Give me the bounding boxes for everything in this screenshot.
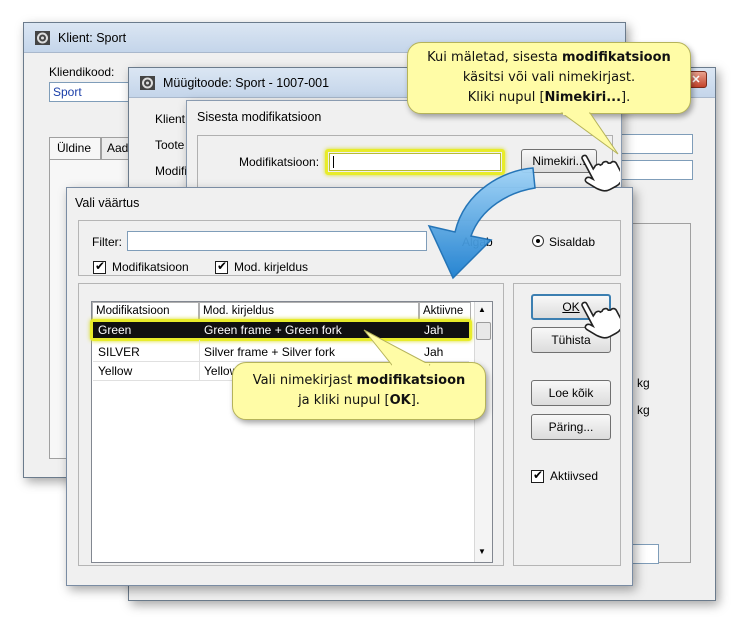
callout-text: Kliki nupul [	[467, 90, 545, 105]
check-description-label: Mod. kirjeldus	[234, 260, 309, 274]
row-1-mod: Green	[98, 323, 132, 337]
hand-cursor-icon	[581, 154, 620, 192]
modif-window-title: Sisesta modifikatsioon	[197, 110, 322, 124]
load-all-label: Loe kõik	[548, 386, 594, 400]
row-2-mod: SILVER	[98, 345, 140, 359]
sales-field-1[interactable]	[615, 134, 693, 154]
callout-text: Kui mäletad, sisesta	[427, 50, 562, 65]
weight-unit-1: kg	[637, 376, 650, 390]
check-modification[interactable]	[93, 259, 106, 274]
ok-label: OK	[562, 300, 580, 314]
callout-bold-text: modifikatsioon	[561, 50, 671, 65]
filter-input[interactable]	[127, 231, 427, 251]
sales-field-2[interactable]	[615, 160, 693, 180]
callout-bottom: Vali nimekirjast modifikatsioon ja kliki…	[232, 362, 486, 420]
arrow-icon	[427, 167, 536, 280]
client-code-label: Kliendikood:	[49, 65, 115, 79]
dialog-title: Vali väärtus	[75, 196, 140, 210]
row-3-mod: Yellow	[98, 364, 133, 378]
check-modification-label: Modifikatsioon	[112, 260, 189, 274]
text-cursor	[333, 156, 334, 168]
callout-text: käsitsi või vali nimekirjast.	[462, 70, 636, 85]
scroll-up-icon[interactable]: ▲	[478, 305, 486, 314]
check-active[interactable]	[531, 468, 544, 483]
callout-bottom-pointer	[363, 329, 431, 366]
weight-unit-2: kg	[637, 403, 650, 417]
filter-label: Filter:	[92, 235, 122, 249]
app-icon	[35, 31, 50, 45]
query-label: Päring...	[548, 420, 594, 434]
hand-cursor-icon	[581, 301, 620, 339]
dialog-titlebar: Vali väärtus	[67, 188, 632, 214]
col-header-description[interactable]: Mod. kirjeldus	[199, 302, 419, 320]
callout-text: Vali nimekirjast	[252, 373, 357, 388]
callout-bold-text: Nimekiri...	[544, 90, 622, 105]
check-description[interactable]	[215, 259, 228, 274]
sales-client-label: Klient:	[155, 112, 189, 126]
callout-top: Kui mäletad, sisesta modifikatsioon käsi…	[407, 42, 691, 114]
callout-text: ].	[410, 393, 420, 408]
check-active-label: Aktiivsed	[550, 469, 599, 483]
sales-product-label: Toote	[155, 138, 185, 152]
sales-bottom-field[interactable]	[629, 544, 659, 564]
callout-text: ].	[621, 90, 631, 105]
scroll-thumb[interactable]	[476, 322, 491, 340]
client-window-title: Klient: Sport	[58, 31, 127, 45]
col-header-active[interactable]: Aktiivne	[419, 302, 471, 320]
modif-field-label: Modifikatsioon:	[239, 155, 320, 169]
row-2-desc: Silver frame + Silver fork	[204, 345, 336, 359]
app-icon	[140, 76, 155, 90]
client-code-field[interactable]: Sport	[49, 82, 139, 102]
tab-label: Üldine	[57, 141, 92, 155]
row-1-desc: Green frame + Green fork	[204, 323, 342, 337]
col-header-modification[interactable]: Modifikatsioon	[92, 302, 199, 320]
scroll-down-icon[interactable]: ▼	[478, 547, 486, 556]
query-button[interactable]: Päring...	[531, 414, 611, 440]
modif-window: Sisesta modifikatsioon Modifikatsioon: N…	[186, 100, 622, 200]
callout-text: ja kliki nupul [	[298, 393, 390, 408]
sales-modif-label: Modifi	[155, 164, 188, 178]
callout-bold-text: OK	[389, 393, 411, 408]
client-tab-general[interactable]: Üldine	[49, 137, 101, 159]
tab-label: Aad	[107, 141, 129, 155]
callout-bold-text: modifikatsioon	[356, 373, 466, 388]
radio-contains-label: Sisaldab	[549, 235, 596, 249]
load-all-button[interactable]: Loe kõik	[531, 380, 611, 406]
column-divider	[199, 340, 200, 381]
sales-window-title: Müügitoode: Sport - 1007-001	[163, 76, 330, 90]
list-scrollbar[interactable]	[474, 302, 492, 562]
